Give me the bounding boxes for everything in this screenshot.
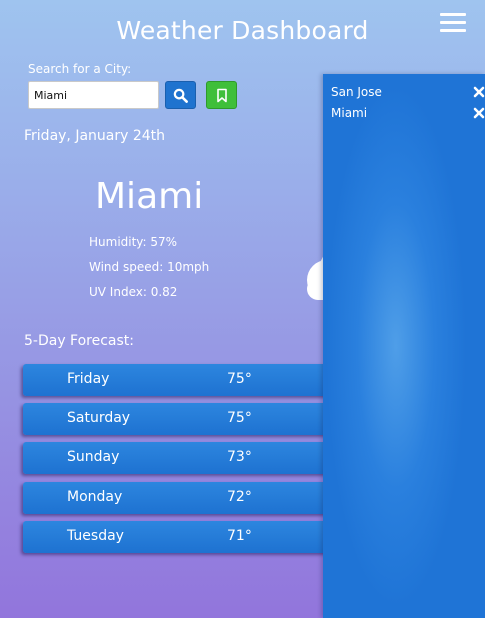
- forecast-temp: 75°: [227, 410, 252, 426]
- search-label: Search for a City:: [28, 62, 132, 76]
- close-icon[interactable]: [473, 107, 485, 119]
- forecast-day: Sunday: [67, 449, 120, 465]
- forecast-row: Monday 72°: [23, 482, 343, 514]
- forecast-row: Saturday 75°: [23, 403, 343, 435]
- forecast-day: Tuesday: [67, 528, 124, 544]
- saved-city-link[interactable]: Miami: [331, 106, 367, 120]
- forecast-day: Friday: [67, 371, 110, 387]
- current-date: Friday, January 24th: [24, 128, 166, 144]
- saved-city-link[interactable]: San Jose: [331, 85, 382, 99]
- page-title: Weather Dashboard: [116, 16, 369, 45]
- close-icon[interactable]: [473, 86, 485, 98]
- forecast-temp: 73°: [227, 449, 252, 465]
- save-city-button[interactable]: [206, 81, 237, 109]
- forecast-temp: 71°: [227, 528, 252, 544]
- forecast-temp: 75°: [227, 371, 252, 387]
- forecast-row: Sunday 73°: [23, 442, 343, 474]
- saved-cities-panel: San Jose Miami: [323, 74, 485, 618]
- forecast-title: 5-Day Forecast:: [24, 333, 135, 349]
- search-icon: [173, 88, 188, 103]
- search-button[interactable]: [165, 81, 196, 109]
- bookmark-icon: [216, 88, 227, 102]
- forecast-row: Tuesday 71°: [23, 521, 343, 553]
- humidity-stat: Humidity: 57%: [89, 235, 178, 249]
- current-city-name: Miami: [95, 176, 204, 217]
- search-input[interactable]: [28, 81, 159, 109]
- forecast-day: Monday: [67, 489, 123, 505]
- saved-city-item: Miami: [331, 104, 485, 124]
- uv-index-stat: UV Index: 0.82: [89, 285, 178, 299]
- wind-speed-stat: Wind speed: 10mph: [89, 260, 210, 274]
- forecast-temp: 72°: [227, 489, 252, 505]
- hamburger-menu-icon[interactable]: [440, 13, 466, 33]
- forecast-row: Friday 75°: [23, 364, 343, 396]
- forecast-day: Saturday: [67, 410, 131, 426]
- saved-city-item: San Jose: [331, 83, 485, 103]
